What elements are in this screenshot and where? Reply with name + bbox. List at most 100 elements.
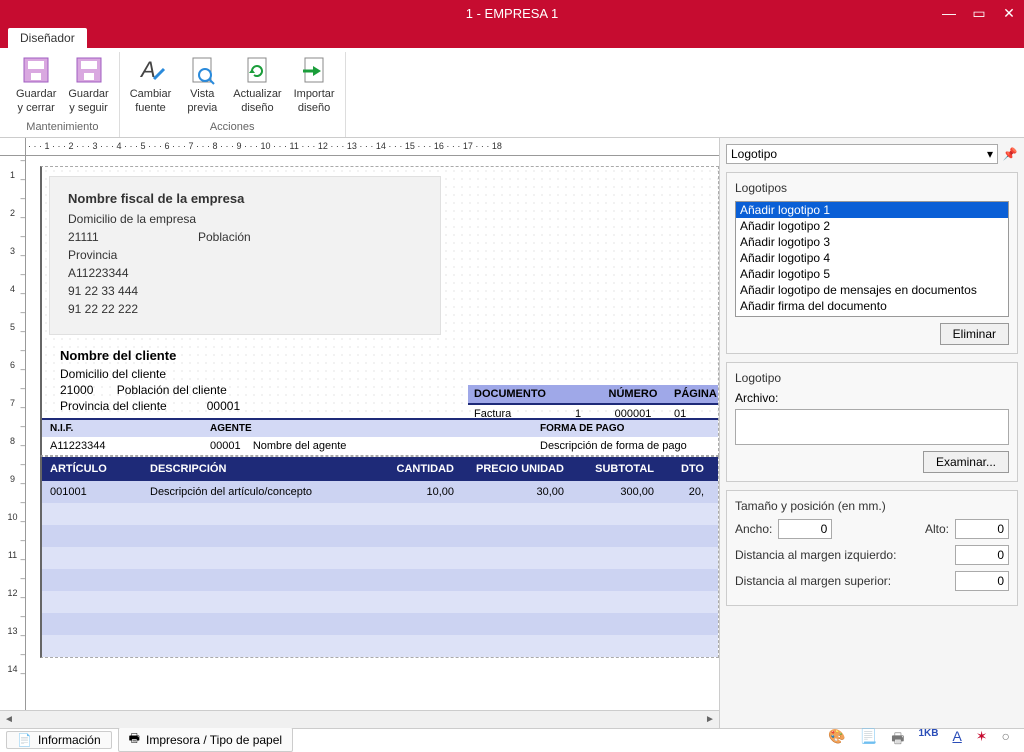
client-name: Nombre del cliente bbox=[60, 348, 718, 363]
info-icon: 📄 bbox=[17, 733, 32, 747]
save-and-continue-button[interactable]: Guardary seguir bbox=[64, 52, 112, 119]
save-close-icon bbox=[20, 54, 52, 86]
table-row[interactable] bbox=[42, 591, 718, 613]
horizontal-scrollbar[interactable]: ◄ ► bbox=[0, 710, 719, 728]
scroll-left-icon[interactable]: ◄ bbox=[0, 714, 18, 725]
table-row[interactable] bbox=[42, 503, 718, 525]
tab-designer[interactable]: Diseñador bbox=[8, 28, 87, 48]
refresh-design-button[interactable]: Actualizardiseño bbox=[229, 52, 285, 119]
table-row[interactable] bbox=[42, 569, 718, 591]
file-path-display bbox=[735, 409, 1009, 445]
palette-icon[interactable]: 🎨 bbox=[828, 728, 845, 752]
panel-selector-combo[interactable]: Logotipo▾ bbox=[726, 144, 998, 164]
circle-icon[interactable]: ○ bbox=[1002, 728, 1010, 752]
table-row[interactable] bbox=[42, 525, 718, 547]
article-table-header: ARTÍCULO DESCRIPCIÓN CANTIDAD PRECIO UNI… bbox=[42, 457, 718, 481]
document-icon[interactable]: 📃 bbox=[860, 728, 877, 752]
preview-button[interactable]: Vistaprevia bbox=[179, 52, 225, 119]
list-item[interactable]: Añadir logotipo 4 bbox=[736, 250, 1008, 266]
change-font-button[interactable]: A Cambiarfuente bbox=[126, 52, 176, 119]
company-cif: A11223344 bbox=[68, 266, 422, 280]
ruler-tick: 2 bbox=[0, 194, 25, 232]
minimize-button[interactable]: — bbox=[934, 0, 964, 26]
save-and-close-button[interactable]: Guardary cerrar bbox=[12, 52, 60, 119]
list-item[interactable]: Añadir logotipo 2 bbox=[736, 218, 1008, 234]
horizontal-ruler[interactable]: · · · 1 · · · 2 · · · 3 · · · 4 · · · 5 … bbox=[26, 138, 719, 156]
svg-text:A: A bbox=[139, 57, 156, 82]
ruler-tick: 13 bbox=[0, 612, 25, 650]
ruler-tick: 7 bbox=[0, 384, 25, 422]
table-row[interactable] bbox=[42, 547, 718, 569]
ribbon-tabstrip: Diseñador bbox=[0, 26, 1024, 48]
printer-icon: 🖶 bbox=[129, 729, 140, 750]
logo-file-panel: Logotipo Archivo: Examinar... bbox=[726, 362, 1018, 482]
height-input[interactable] bbox=[955, 519, 1009, 539]
list-item[interactable]: Añadir logotipo 5 bbox=[736, 266, 1008, 282]
top-margin-label: Distancia al margen superior: bbox=[735, 574, 949, 588]
report-detail-section[interactable]: ARTÍCULO DESCRIPCIÓN CANTIDAD PRECIO UNI… bbox=[40, 456, 719, 658]
printer-tab-button[interactable]: 🖶Impresora / Tipo de papel bbox=[118, 727, 293, 752]
list-item[interactable]: Añadir logotipo de mensajes en documento… bbox=[736, 282, 1008, 298]
print-icon[interactable]: 🖶 bbox=[891, 728, 904, 752]
info-header-row: N.I.F. AGENTE FORMA DE PAGO bbox=[42, 418, 718, 437]
ruler-tick: 1 bbox=[0, 156, 25, 194]
list-item[interactable]: Añadir logotipo 3 bbox=[736, 234, 1008, 250]
left-margin-input[interactable] bbox=[955, 545, 1009, 565]
company-city: Población bbox=[198, 230, 251, 244]
snap-icon[interactable]: ✶ bbox=[976, 728, 988, 752]
company-address: Domicilio de la empresa bbox=[68, 212, 422, 226]
import-icon bbox=[298, 54, 330, 86]
list-item[interactable]: Añadir firma del documento bbox=[736, 298, 1008, 314]
ruler-tick: 3 bbox=[0, 232, 25, 270]
import-design-button[interactable]: Importardiseño bbox=[290, 52, 339, 119]
browse-button[interactable]: Examinar... bbox=[923, 451, 1009, 473]
scroll-right-icon[interactable]: ► bbox=[701, 714, 719, 725]
company-block[interactable]: Nombre fiscal de la empresa Domicilio de… bbox=[50, 177, 440, 334]
ruler-tick: 10 bbox=[0, 498, 25, 536]
table-row[interactable] bbox=[42, 635, 718, 657]
ruler-tick: 11 bbox=[0, 536, 25, 574]
window-title: 1 - EMPRESA 1 bbox=[466, 6, 558, 21]
logos-listbox[interactable]: Añadir logotipo 1Añadir logotipo 2Añadir… bbox=[735, 201, 1009, 317]
ruler-tick: 6 bbox=[0, 346, 25, 384]
company-zip: 21111 bbox=[68, 230, 198, 244]
height-label: Alto: bbox=[925, 522, 949, 536]
ruler-tick: 14 bbox=[0, 650, 25, 688]
client-zip: 21000 bbox=[60, 383, 93, 397]
left-margin-label: Distancia al margen izquierdo: bbox=[735, 548, 949, 562]
ruler-tick: 12 bbox=[0, 574, 25, 612]
client-address: Domicilio del cliente bbox=[60, 367, 718, 381]
top-margin-input[interactable] bbox=[955, 571, 1009, 591]
logo-panel-title: Logotipo bbox=[735, 371, 1009, 385]
client-code: 00001 bbox=[207, 399, 240, 413]
info-tab-button[interactable]: 📄Información bbox=[6, 731, 112, 749]
logos-panel-title: Logotipos bbox=[735, 181, 1009, 195]
file-label: Archivo: bbox=[735, 391, 778, 405]
client-province: Provincia del cliente bbox=[60, 399, 167, 413]
save-continue-icon bbox=[73, 54, 105, 86]
table-row[interactable] bbox=[42, 613, 718, 635]
ruler-tick: 8 bbox=[0, 422, 25, 460]
barcode-icon[interactable]: 1KB bbox=[918, 728, 938, 752]
ruler-corner bbox=[0, 138, 26, 156]
company-phone1: 91 22 33 444 bbox=[68, 284, 422, 298]
client-city: Población del cliente bbox=[117, 383, 227, 397]
refresh-icon bbox=[241, 54, 273, 86]
font-color-icon[interactable]: A bbox=[952, 728, 961, 752]
info-value-row: A11223344 00001 Nombre del agente Descri… bbox=[42, 437, 718, 455]
designer-canvas-area: · · · 1 · · · 2 · · · 3 · · · 4 · · · 5 … bbox=[0, 138, 720, 728]
delete-button[interactable]: Eliminar bbox=[940, 323, 1009, 345]
ribbon-group-maintenance: Mantenimiento bbox=[12, 119, 113, 137]
list-item[interactable]: Añadir logotipo 1 bbox=[736, 202, 1008, 218]
preview-icon bbox=[186, 54, 218, 86]
company-province: Provincia bbox=[68, 248, 422, 262]
ruler-tick: 9 bbox=[0, 460, 25, 498]
table-row[interactable]: 001001 Descripción del artículo/concepto… bbox=[42, 481, 718, 503]
vertical-ruler[interactable]: 1234567891011121314 bbox=[0, 156, 26, 710]
close-button[interactable]: ✕ bbox=[994, 0, 1024, 26]
report-header-section[interactable]: Nombre fiscal de la empresa Domicilio de… bbox=[40, 166, 719, 456]
width-input[interactable] bbox=[778, 519, 832, 539]
ruler-tick: 5 bbox=[0, 308, 25, 346]
pin-icon[interactable]: 📌 bbox=[1002, 147, 1018, 161]
maximize-button[interactable]: ▭ bbox=[964, 0, 994, 26]
